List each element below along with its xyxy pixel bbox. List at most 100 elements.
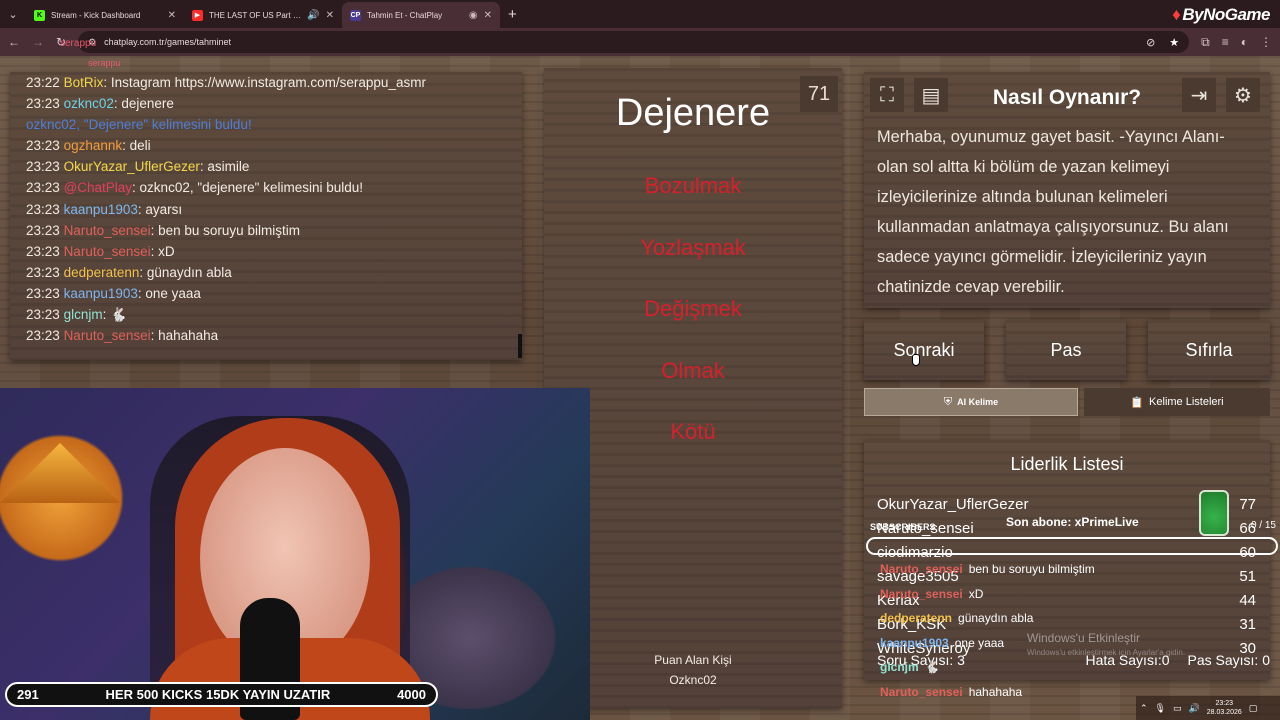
address-bar[interactable]: ⚙ chatplay.com.tr/games/tahminet ⊘ ★ bbox=[78, 31, 1190, 53]
media-controls-icon[interactable]: ≡ bbox=[1222, 35, 1229, 49]
chat-time: 23:23 bbox=[26, 307, 60, 323]
chat-username[interactable]: Naruto_sensei bbox=[64, 244, 151, 259]
overlay-chat-text: ben bu soruyu bilmiştim bbox=[968, 562, 1095, 576]
browser-tab-chatplay[interactable]: CP Tahmin Et - ChatPlay ◉ ✕ bbox=[342, 2, 500, 28]
settings-gear-icon[interactable]: ⚙ bbox=[1226, 78, 1260, 112]
chat-message: 23:23 OkurYazar_UflerGezer: asimile bbox=[26, 156, 506, 177]
chat-time: 23:22 bbox=[26, 75, 60, 90]
profile-avatar-icon[interactable]: ◐ bbox=[1241, 35, 1248, 49]
kicks-goal-text: HER 500 KICKS 15DK YAYIN UZATIR bbox=[105, 687, 331, 702]
subscriber-jar-icon bbox=[1199, 490, 1229, 536]
chevron-up-icon[interactable]: ⌃ bbox=[1140, 703, 1148, 714]
ai-word-button[interactable]: ⛨ AI Kelime bbox=[864, 388, 1078, 416]
bynogame-logo: ♦ ByNoGame bbox=[1172, 5, 1270, 24]
notice-text: ozknc02, "Dejenere" kelimesini buldu! bbox=[26, 117, 252, 133]
record-icon[interactable]: ◉ bbox=[469, 10, 478, 21]
close-tab-icon[interactable]: ✕ bbox=[484, 10, 492, 21]
chat-message: 23:23 glcnjm: 🐇 bbox=[26, 304, 506, 325]
overlay-ghost-username: serappu bbox=[60, 38, 97, 49]
volume-icon[interactable]: 🔊 bbox=[1189, 703, 1200, 714]
forward-arrow-icon[interactable]: → bbox=[32, 35, 44, 49]
chat-username[interactable]: kaanpu1903 bbox=[64, 202, 138, 217]
tab-title: THE LAST OF US Part II Am bbox=[209, 10, 302, 20]
chat-text: : asimile bbox=[199, 159, 250, 175]
new-tab-button[interactable]: + bbox=[508, 6, 517, 23]
chat-text: : hahahaha bbox=[150, 328, 219, 344]
chat-message: 23:23 kaanpu1903: ayarsı bbox=[26, 199, 506, 220]
word-lists-button[interactable]: 📋 Kelime Listeleri bbox=[1084, 388, 1270, 416]
notifications-icon[interactable]: ▢ bbox=[1249, 703, 1258, 714]
youtube-favicon-icon: ▶ bbox=[192, 9, 203, 21]
speaker-icon[interactable]: 🔊 bbox=[307, 10, 319, 21]
overlay-chat-user: kaanpu1903 bbox=[880, 635, 949, 650]
chat-time: 23:23 bbox=[26, 180, 60, 196]
chat-message: 23:23 dedperatenn: günaydın abla bbox=[26, 262, 506, 283]
chat-notice: ozknc02, "Dejenere" kelimesini buldu! bbox=[26, 114, 506, 135]
url-text: chatplay.com.tr/games/tahminet bbox=[104, 37, 232, 47]
chat-text: : dejenere bbox=[113, 96, 174, 112]
tracking-blocked-icon[interactable]: ⊘ bbox=[1146, 36, 1155, 49]
chat-time: 23:23 bbox=[26, 201, 60, 217]
chat-time: 23:23 bbox=[26, 138, 60, 154]
browser-tab-youtube[interactable]: ▶ THE LAST OF US Part II Am 🔊 ✕ bbox=[184, 2, 342, 28]
network-icon[interactable]: ▭ bbox=[1173, 703, 1182, 714]
overlay-chat-user: dedperatenn bbox=[880, 611, 953, 625]
system-clock[interactable]: 23:23 28.03.2026 bbox=[1207, 699, 1242, 717]
overlay-chat-text: günaydın abla bbox=[958, 611, 1034, 625]
chat-message: 23:22 BotRix: Instagram https://www.inst… bbox=[26, 72, 506, 93]
extensions-icon[interactable]: ⧉ bbox=[1201, 35, 1210, 50]
chat-username[interactable]: Naruto_sensei bbox=[64, 328, 151, 343]
windows-activation-sub: Windows'u etkinleştirmek için Ayarlar'a … bbox=[1027, 648, 1186, 657]
round-counter: 71 bbox=[800, 76, 838, 112]
chat-lines: 23:22 BotRix: Instagram https://www.inst… bbox=[26, 72, 506, 346]
close-tab-icon[interactable]: ✕ bbox=[168, 10, 176, 21]
chat-username[interactable]: ozknc02 bbox=[64, 96, 114, 111]
mic-icon[interactable]: 🎙 bbox=[1155, 703, 1166, 714]
webcam-feed bbox=[0, 388, 590, 720]
overlay-chat-text: one yaaa bbox=[954, 635, 1005, 650]
tab-search-chevron-icon[interactable]: ⌄ bbox=[0, 0, 26, 28]
chat-username[interactable]: Naruto_sensei bbox=[64, 223, 151, 238]
ai-word-label: AI Kelime bbox=[957, 397, 999, 407]
reset-button[interactable]: Sıfırla bbox=[1148, 320, 1270, 380]
back-arrow-icon[interactable]: ← bbox=[8, 35, 20, 49]
overlay-chat-user: glcnjm bbox=[880, 660, 919, 674]
pass-count: Pas Sayısı: 0 bbox=[1187, 652, 1270, 668]
chat-message: 23:23 Naruto_sensei: xD bbox=[26, 241, 506, 262]
chat-text: : ayarsı bbox=[137, 201, 183, 217]
chat-time: 23:23 bbox=[26, 243, 60, 259]
browser-menu-icon[interactable]: ⋮ bbox=[1260, 35, 1272, 49]
how-to-play-panel: ⛶ ▤ Nasıl Oynanır? ⇥ ⚙ Merhaba, oyunumuz… bbox=[864, 72, 1270, 308]
overlay-chat-user: Naruto_sensei bbox=[880, 586, 963, 601]
chat-scrollbar[interactable] bbox=[518, 334, 522, 358]
chat-username[interactable]: glcnjm bbox=[64, 307, 103, 322]
windows-activation-watermark: Windows'u Etkinleştir bbox=[1027, 631, 1140, 645]
close-tab-icon[interactable]: ✕ bbox=[326, 10, 334, 21]
leader-score: 31 bbox=[1239, 616, 1256, 633]
overlay-ghost-username-2: serappu bbox=[88, 58, 121, 68]
next-button[interactable]: Sonraki bbox=[864, 320, 984, 380]
chatplay-favicon-icon: CP bbox=[350, 9, 361, 21]
chat-username[interactable]: BotRix bbox=[64, 75, 104, 90]
chat-username[interactable]: @ChatPlay bbox=[64, 180, 132, 195]
kick-favicon-icon: K bbox=[34, 9, 45, 21]
bookmark-star-icon[interactable]: ★ bbox=[1169, 36, 1179, 49]
chat-username[interactable]: kaanpu1903 bbox=[64, 286, 138, 301]
overlay-chat-message: dedperatenn günaydın abla bbox=[880, 611, 1033, 625]
chat-time: 23:23 bbox=[26, 96, 60, 112]
chat-username[interactable]: dedperatenn bbox=[64, 265, 140, 280]
subscriber-progress-bar bbox=[866, 537, 1278, 555]
forbidden-word: Yozlaşmak bbox=[640, 234, 746, 260]
browser-tab-bar: ⌄ K Stream - Kick Dashboard ✕ ▶ THE LAST… bbox=[0, 0, 1280, 28]
flame-icon: ♦ bbox=[1172, 5, 1181, 24]
chat-text: : Instagram https://www.instagram.com/se… bbox=[103, 75, 426, 90]
chat-time: 23:23 bbox=[26, 328, 60, 344]
chat-username[interactable]: ogzhannk bbox=[64, 138, 123, 153]
pass-button[interactable]: Pas bbox=[1006, 320, 1126, 380]
overlay-chat-message: Naruto_sensei ben bu soruyu bilmiştim bbox=[880, 562, 1095, 576]
browser-tab-kick[interactable]: K Stream - Kick Dashboard ✕ bbox=[26, 2, 184, 28]
overlay-chat-message: Naruto_sensei xD bbox=[880, 587, 983, 601]
chat-username[interactable]: OkurYazar_UflerGezer bbox=[64, 159, 200, 174]
exit-icon[interactable]: ⇥ bbox=[1182, 78, 1216, 112]
kicks-current: 291 bbox=[17, 687, 39, 702]
